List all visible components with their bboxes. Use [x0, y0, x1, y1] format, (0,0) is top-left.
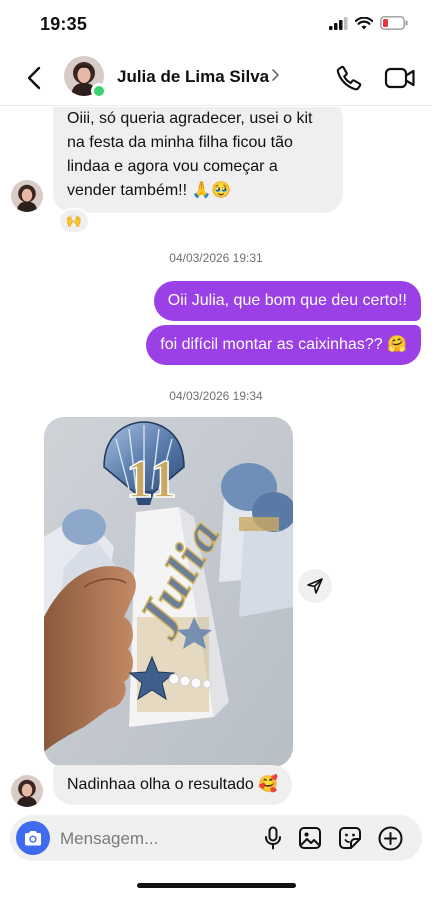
photo-message[interactable]: 11 Julia	[44, 417, 293, 767]
sticker-icon	[339, 827, 361, 849]
status-bar: 19:35	[0, 0, 432, 50]
avatar-photo	[11, 180, 43, 212]
back-arrow-icon	[27, 66, 41, 90]
chat-header: Julia de Lima Silva	[0, 50, 432, 106]
share-button[interactable]	[298, 569, 332, 603]
add-button[interactable]	[377, 825, 403, 851]
message-composer	[10, 815, 422, 861]
outgoing-message[interactable]: Oii Julia, que bom que deu certo!!	[153, 281, 421, 321]
incoming-message[interactable]: Oiii, só queria agradecer, usei o kit na…	[53, 107, 343, 213]
incoming-message[interactable]: Nadinhaa olha o resultado 🥰	[53, 765, 293, 805]
plus-icon	[378, 826, 402, 850]
timestamp: 04/03/2026 19:34	[169, 389, 263, 403]
contact-avatar[interactable]	[64, 56, 107, 99]
camera-button[interactable]	[16, 821, 50, 855]
video-camera-icon[interactable]	[384, 63, 416, 93]
status-time: 19:35	[40, 14, 88, 34]
sender-avatar[interactable]	[11, 180, 43, 212]
status-icons	[329, 16, 408, 30]
message-reaction[interactable]: 🙌	[58, 208, 90, 234]
send-icon	[307, 578, 323, 594]
microphone-icon	[265, 826, 281, 850]
back-button[interactable]	[20, 64, 48, 92]
avatar-photo	[11, 775, 43, 807]
gallery-button[interactable]	[297, 825, 323, 851]
contact-name[interactable]: Julia de Lima Silva	[117, 67, 269, 87]
gallery-icon	[299, 827, 321, 849]
wifi-icon	[355, 16, 373, 29]
microphone-button[interactable]	[260, 825, 286, 851]
photo-image: 11 Julia	[44, 417, 293, 767]
sticker-button[interactable]	[337, 825, 363, 851]
message-thread[interactable]: Oiii, só queria agradecer, usei o kit na…	[0, 107, 432, 812]
timestamp: 04/03/2026 19:31	[169, 251, 263, 265]
photo-number-text: 11	[126, 449, 177, 509]
chevron-right-icon[interactable]	[271, 68, 280, 82]
outgoing-message[interactable]: foi difícil montar as caixinhas?? 🤗	[146, 325, 421, 365]
signal-icon	[329, 16, 348, 30]
online-status-dot	[91, 83, 107, 99]
battery-icon	[380, 16, 408, 30]
message-input[interactable]	[60, 828, 250, 850]
phone-icon[interactable]	[334, 63, 364, 93]
camera-icon	[25, 830, 41, 845]
sender-avatar[interactable]	[11, 775, 43, 807]
home-indicator[interactable]	[137, 883, 296, 888]
